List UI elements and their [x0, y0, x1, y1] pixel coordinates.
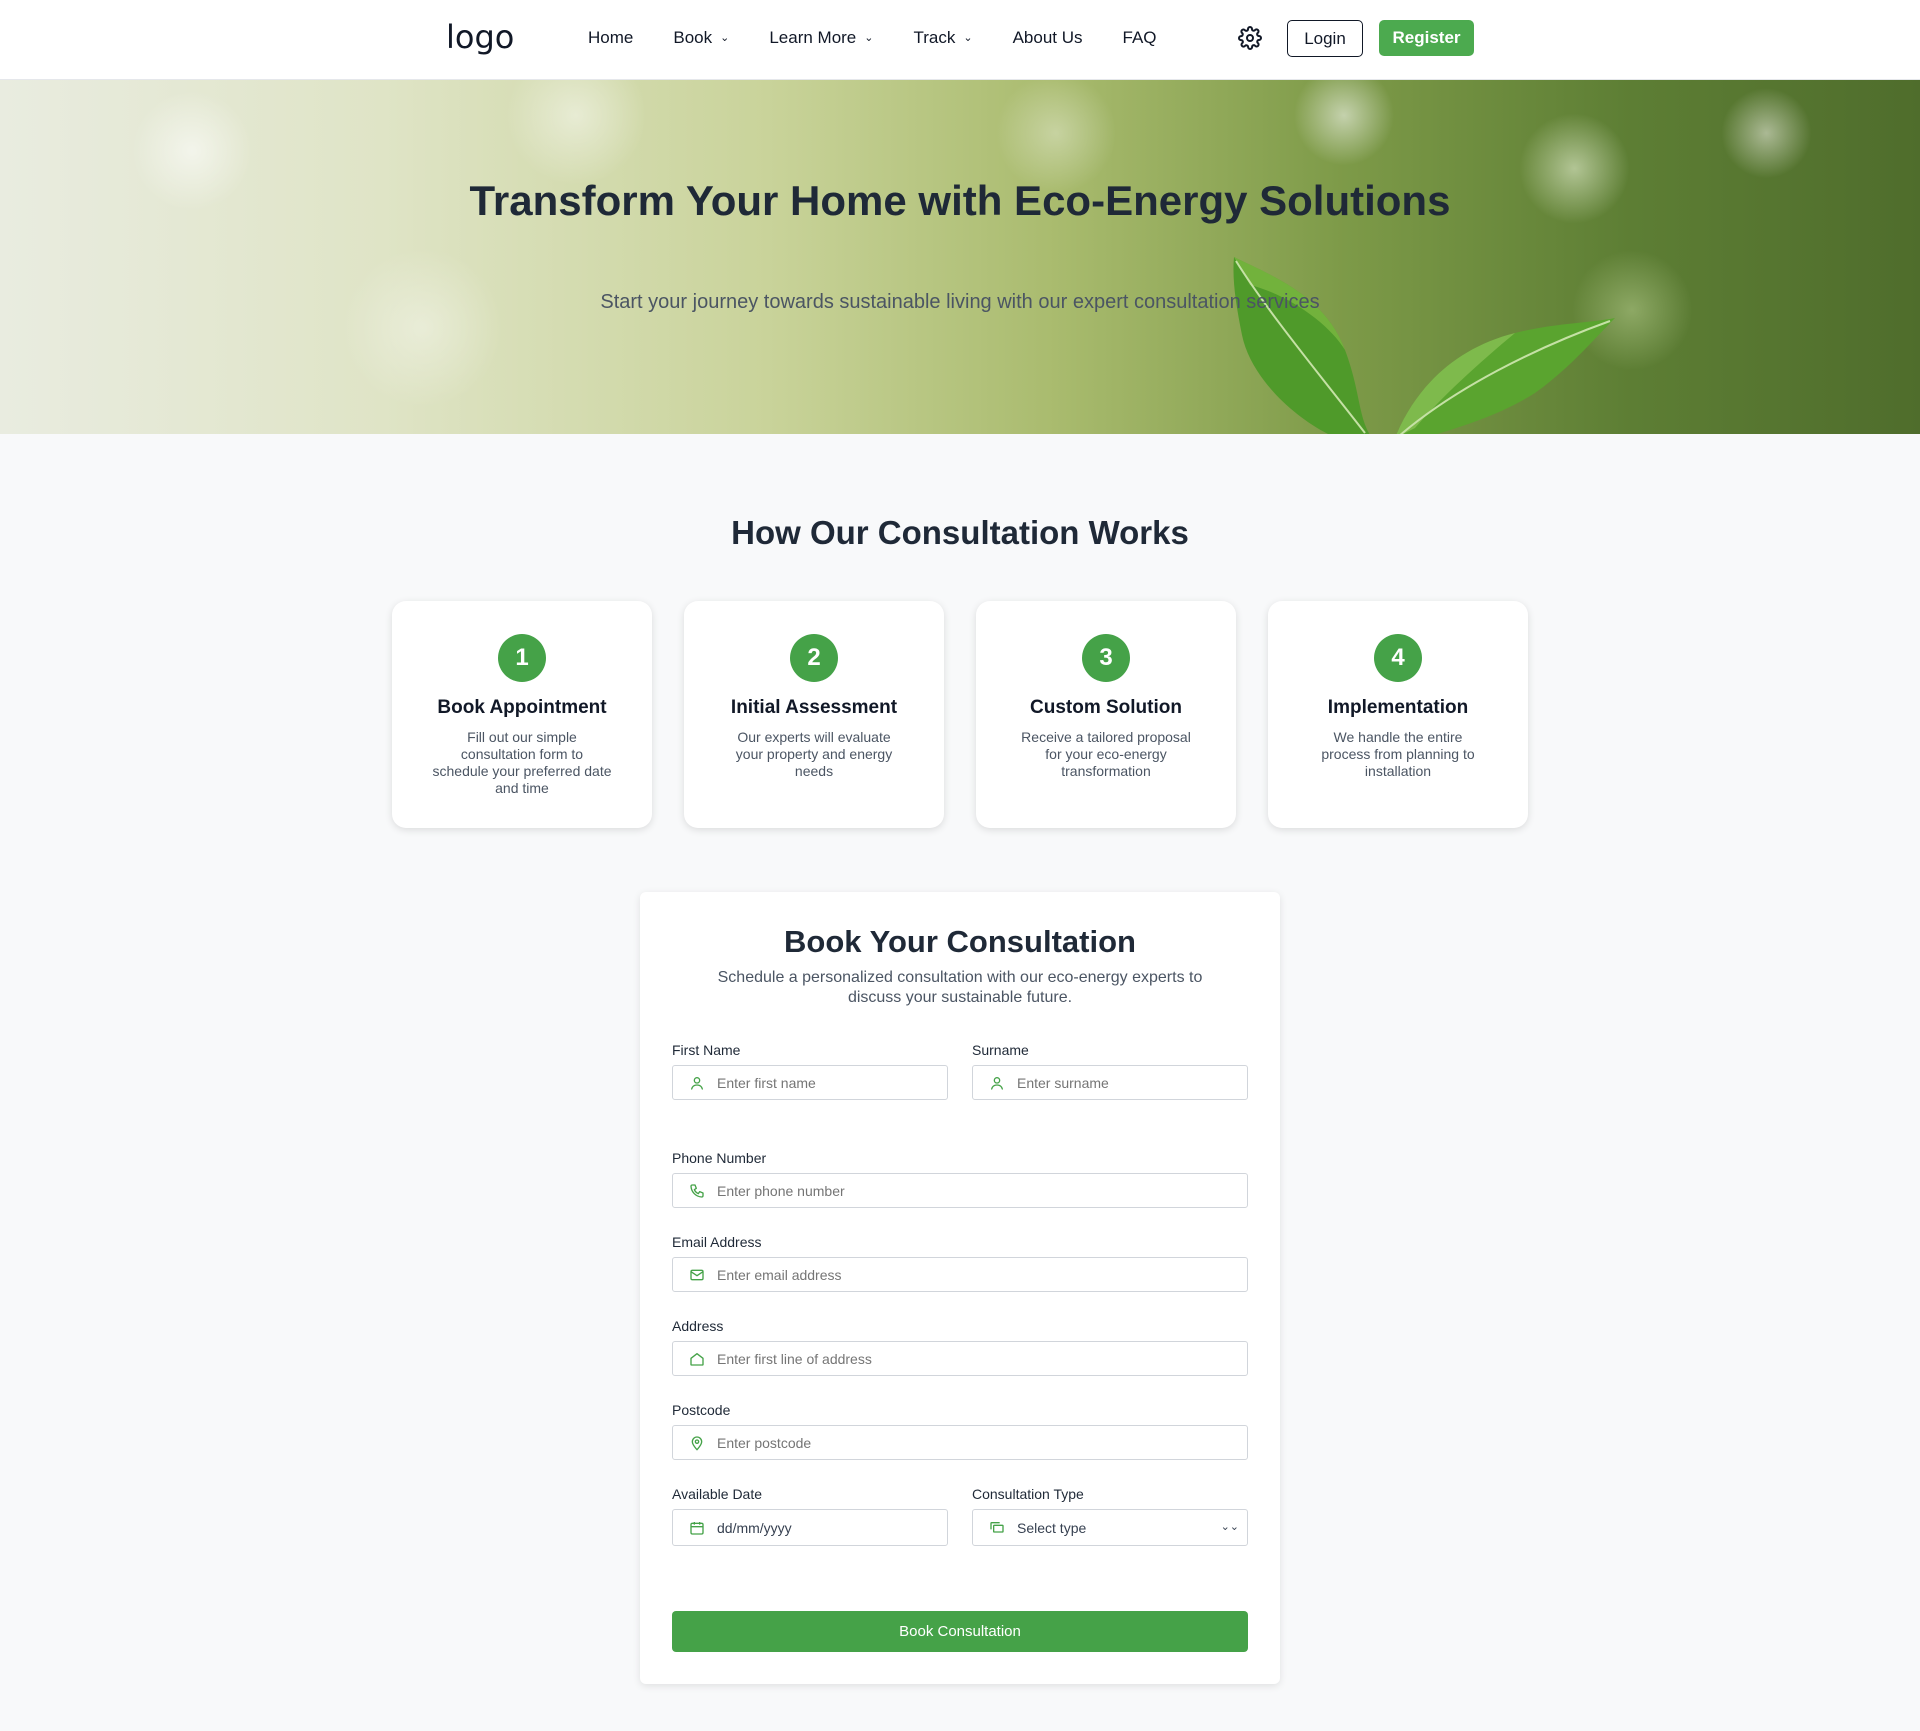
surname-input[interactable]	[1017, 1074, 1247, 1091]
date-label: Available Date	[672, 1486, 763, 1502]
first-name-label: First Name	[672, 1042, 741, 1058]
register-button[interactable]: Register	[1379, 20, 1474, 56]
nav-link-learn-more[interactable]: Learn More ⌄	[769, 28, 873, 48]
form-title: Book Your Consultation	[784, 924, 1136, 959]
address-label: Address	[672, 1318, 724, 1334]
form-subtitle: Schedule a personalized consultation wit…	[717, 969, 1203, 1006]
step-title: Custom Solution	[1030, 697, 1182, 718]
nav-link-label: Book	[673, 28, 713, 47]
date-input[interactable]: dd/mm/yyyy	[717, 1520, 947, 1536]
step-description: We handle the entire process from planni…	[1321, 729, 1475, 779]
nav-link-label: FAQ	[1122, 28, 1157, 47]
home-icon	[690, 1352, 704, 1366]
top-navbar: logo Home Book ⌄ Learn More ⌄ Track ⌄ About…	[0, 0, 1920, 80]
booking-form: Book Your Consultation Schedule a person…	[640, 892, 1280, 1684]
phone-icon	[690, 1183, 704, 1198]
step-title: Book Appointment	[437, 697, 607, 718]
consultation-type-select[interactable]: Select type ⌄⌄	[972, 1509, 1248, 1546]
nav-links: Home Book ⌄ Learn More ⌄ Track ⌄ About Us F…	[588, 28, 1197, 48]
nav-link-label: Learn More	[769, 28, 857, 47]
nav-link-home[interactable]: Home	[588, 28, 633, 48]
step-card: 1 Book Appointment Fill out our simple c…	[392, 601, 652, 828]
nav-link-label: Track	[913, 28, 956, 47]
chevron-down-icon: ⌄	[720, 31, 730, 44]
step-card: 3 Custom Solution Receive a tailored pro…	[976, 601, 1236, 828]
phone-field	[672, 1173, 1248, 1208]
chevron-down-icon: ⌄⌄	[1220, 1521, 1239, 1533]
phone-label: Phone Number	[672, 1150, 767, 1166]
postcode-field	[672, 1425, 1248, 1460]
step-description: Our experts will evaluate your property …	[735, 729, 893, 779]
phone-input[interactable]	[717, 1182, 1247, 1199]
first-name-field	[672, 1065, 948, 1100]
nav-link-book[interactable]: Book ⌄	[673, 28, 729, 48]
address-field	[672, 1341, 1248, 1376]
login-button[interactable]: Login	[1287, 20, 1363, 57]
postcode-input[interactable]	[717, 1434, 1247, 1451]
book-consultation-button[interactable]: Book Consultation	[672, 1611, 1248, 1652]
email-input[interactable]	[717, 1266, 1247, 1283]
nav-link-about-us[interactable]: About Us	[1013, 28, 1083, 48]
chat-icon	[990, 1521, 1004, 1533]
step-number: 3	[1082, 634, 1130, 682]
nav-link-track[interactable]: Track ⌄	[913, 28, 972, 48]
address-input[interactable]	[717, 1350, 1247, 1367]
postcode-label: Postcode	[672, 1402, 731, 1418]
nav-link-label: Home	[588, 28, 634, 47]
gear-icon[interactable]	[1238, 26, 1262, 50]
hero-banner: Transform Your Home with Eco-Energy Solu…	[0, 80, 1920, 434]
hero-title: Transform Your Home with Eco-Energy Solu…	[469, 177, 1451, 224]
surname-label: Surname	[972, 1042, 1029, 1058]
leaf-image	[1233, 257, 1370, 434]
step-number: 1	[498, 634, 546, 682]
step-card: 4 Implementation We handle the entire pr…	[1268, 601, 1528, 828]
step-title: Implementation	[1327, 697, 1469, 718]
logo[interactable]: logo	[446, 18, 514, 56]
user-icon	[691, 1076, 703, 1090]
map-pin-icon	[691, 1435, 703, 1451]
nav-link-label: About Us	[1012, 28, 1083, 47]
step-title: Initial Assessment	[730, 697, 898, 718]
step-description: Fill out our simple consultation form to…	[432, 729, 612, 796]
step-number: 4	[1374, 634, 1422, 682]
email-field	[672, 1257, 1248, 1292]
chevron-down-icon: ⌄	[963, 31, 973, 44]
nav-link-faq[interactable]: FAQ	[1123, 28, 1157, 48]
date-field: dd/mm/yyyy	[672, 1509, 948, 1546]
mail-icon	[690, 1269, 704, 1280]
step-card: 2 Initial Assessment Our experts will ev…	[684, 601, 944, 828]
first-name-input[interactable]	[717, 1074, 947, 1091]
hero-subtitle: Start your journey towards sustainable l…	[600, 291, 1320, 313]
calendar-icon	[690, 1521, 704, 1535]
leaf-image	[1396, 318, 1615, 434]
chevron-down-icon: ⌄	[864, 31, 874, 44]
surname-field	[972, 1065, 1248, 1100]
step-number: 2	[790, 634, 838, 682]
section-title: How Our Consultation Works	[731, 514, 1189, 551]
user-icon	[991, 1076, 1003, 1090]
email-label: Email Address	[672, 1234, 762, 1250]
step-description: Receive a tailored proposal for your eco…	[1021, 729, 1191, 779]
consultation-type-value: Select type	[1017, 1519, 1087, 1536]
consultation-type-label: Consultation Type	[972, 1486, 1084, 1502]
